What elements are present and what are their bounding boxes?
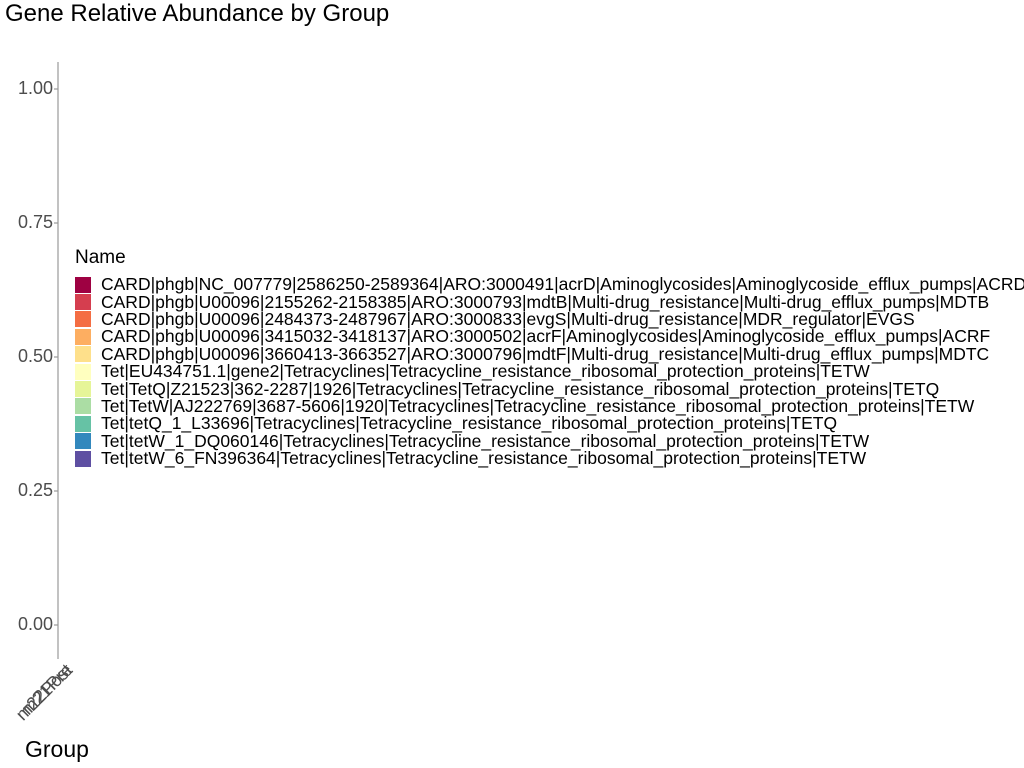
legend-key [75,415,91,432]
legend-key [75,328,91,345]
legend-label: CARD|phgb|NC_007779|2586250-2589364|ARO:… [101,274,1024,295]
legend-key [75,381,91,398]
legend-item: Tet|tetQ_1_L33696|Tetracyclines|Tetracyc… [75,415,1024,432]
legend-key [75,450,91,467]
y-tick-label: 0.75 [17,212,53,232]
legend-item: Tet|EU434751.1|gene2|Tetracyclines|Tetra… [75,361,1024,382]
legend-key [75,363,91,380]
legend-title: Name [75,247,126,268]
y-tick-label: 0.25 [17,480,53,500]
legend-key [75,433,91,450]
y-tick-label: 1.00 [17,78,53,98]
legend-label: Tet|EU434751.1|gene2|Tetracyclines|Tetra… [101,361,870,382]
legend-item: CARD|phgb|U00096|3415032-3418137|ARO:300… [75,328,1024,345]
y-tick-label: 0.50 [17,346,53,366]
legend-label: Tet|tetQ_1_L33696|Tetracyclines|Tetracyc… [101,413,838,434]
legend-key [75,294,91,311]
x-axis-title: Group [25,736,89,762]
legend-key [75,398,91,415]
legend-item: CARD|phgb|NC_007779|2586250-2589364|ARO:… [75,274,1024,295]
legend-key [75,276,91,293]
legend-label: Tet|tetW_6_FN396364|Tetracyclines|Tetrac… [101,448,867,469]
legend-label: CARD|phgb|U00096|3415032-3418137|ARO:300… [101,326,991,347]
legend-label: Tet|TetQ|Z21523|362-2287|1926|Tetracycli… [101,378,940,399]
legend-key [75,311,91,328]
y-tick-label: 0.00 [17,614,53,634]
legend-key [75,346,91,363]
legend-item: Tet|tetW_6_FN396364|Tetracyclines|Tetrac… [75,448,1024,469]
legend: CARD|phgb|NC_007779|2586250-2589364|ARO:… [75,274,1024,469]
